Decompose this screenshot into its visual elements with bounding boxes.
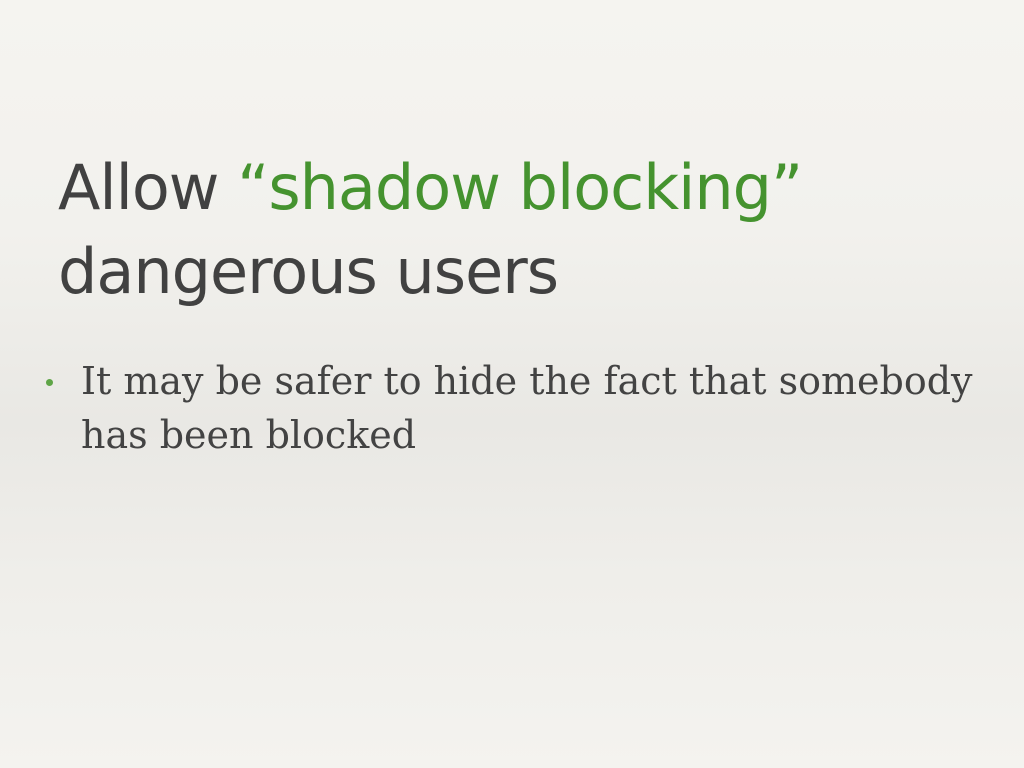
bullet-list: It may be safer to hide the fact that so… — [44, 354, 984, 462]
bullet-item: It may be safer to hide the fact that so… — [44, 354, 984, 462]
slide-title: Allow “shadow blocking” dangerous users — [58, 146, 998, 314]
slide: Allow “shadow blocking” dangerous users I… — [0, 0, 1024, 768]
title-suffix: dangerous users — [58, 235, 559, 308]
bullet-text: It may be safer to hide the fact that so… — [81, 359, 973, 457]
bullet-dot-icon — [46, 379, 53, 386]
title-highlight: “shadow blocking” — [237, 151, 803, 224]
title-prefix: Allow — [58, 151, 238, 224]
